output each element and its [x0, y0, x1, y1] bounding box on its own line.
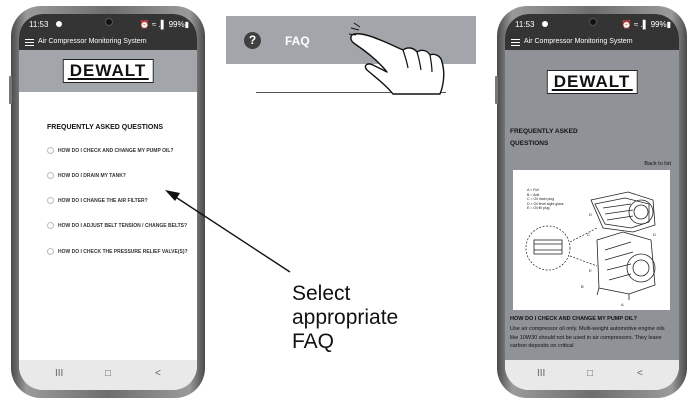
phone-side-button	[495, 76, 498, 104]
svg-text:C: C	[587, 232, 590, 237]
faq-heading-line: QUESTIONS	[510, 140, 549, 147]
app-title: Air Compressor Monitoring System	[524, 38, 633, 45]
compressor-drawing: D C E A B D	[525, 191, 656, 307]
notification-icon	[542, 21, 548, 27]
android-nav-bar: III □ <	[505, 360, 679, 390]
camera-icon	[589, 18, 597, 26]
faq-heading: FREQUENTLY ASKED QUESTIONS	[510, 126, 578, 150]
recent-apps-button[interactable]: III	[537, 368, 545, 379]
right-phone-screen: 11:53 ⏰ ≈ .▌ 99%▮ Air Compressor Monitor…	[505, 14, 679, 390]
svg-text:E: E	[589, 268, 592, 273]
faq-heading-line: FREQUENTLY ASKED	[510, 128, 578, 135]
svg-text:B: B	[581, 284, 584, 289]
svg-text:A: A	[621, 302, 624, 307]
instruction-text: Select appropriate FAQ	[292, 282, 398, 354]
faq-question: HOW DO I CHECK AND CHANGE MY PUMP OIL?	[510, 316, 638, 322]
svg-text:D: D	[653, 232, 656, 237]
pump-oil-diagram: A = Full B = Add C = Oil drain plug D = …	[513, 170, 670, 310]
instruction-line: FAQ	[292, 330, 335, 353]
status-time: 11:53	[515, 20, 535, 29]
svg-text:D: D	[589, 212, 592, 217]
instruction-line: Select	[292, 282, 351, 305]
status-indicators: ⏰ ≈ .▌ 99%▮	[621, 20, 671, 29]
hamburger-icon[interactable]	[511, 39, 520, 46]
back-to-list-link[interactable]: Back to list	[644, 161, 671, 167]
status-bar: 11:53 ⏰ ≈ .▌ 99%▮	[505, 14, 679, 36]
faq-answer: Use air compressor oil only. Multi-weigh…	[510, 326, 665, 349]
back-button[interactable]: <	[637, 368, 643, 379]
right-phone: 11:53 ⏰ ≈ .▌ 99%▮ Air Compressor Monitor…	[495, 6, 687, 398]
app-bar: Air Compressor Monitoring System	[505, 36, 679, 50]
home-button[interactable]: □	[587, 368, 593, 379]
dewalt-logo: DEWALT	[546, 70, 638, 94]
instruction-line: appropriate	[292, 306, 399, 329]
